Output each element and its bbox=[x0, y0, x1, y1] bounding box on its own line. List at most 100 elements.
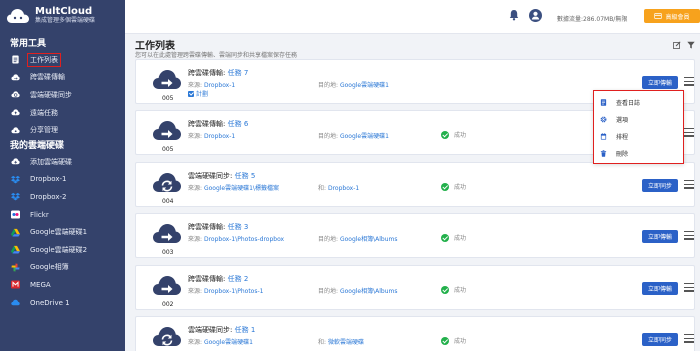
task-menu-icon[interactable] bbox=[684, 283, 694, 293]
section-tools-title: 常用工具 bbox=[10, 39, 47, 49]
menu-item-view-log[interactable]: 查看日誌 bbox=[594, 94, 683, 111]
status-label: 成功 bbox=[454, 235, 467, 242]
source-label: 來源: bbox=[188, 288, 203, 295]
sidebar-item-cloud-sync[interactable]: 雲端硬碟同步 bbox=[0, 86, 125, 104]
source-path[interactable]: Dropbox-1\Photos-dropbox bbox=[204, 236, 284, 243]
status-label: 成功 bbox=[454, 184, 467, 191]
destination-label: 目的地: bbox=[318, 236, 339, 243]
sidebar-item-flickr[interactable]: Flickr bbox=[0, 206, 125, 224]
sidebar-item-mega[interactable]: MEGA bbox=[0, 276, 125, 294]
task-menu-icon[interactable] bbox=[684, 231, 694, 241]
onedrive-icon bbox=[11, 298, 20, 307]
sync-cloud-icon bbox=[153, 173, 181, 192]
sidebar-item-dropbox-2[interactable]: Dropbox-2 bbox=[0, 188, 125, 206]
destination-label: 和: bbox=[318, 339, 327, 346]
task-name-link[interactable]: 任務 2 bbox=[228, 275, 249, 283]
destination-path[interactable]: Google相簿\Albums bbox=[340, 236, 398, 243]
sidebar-item-share[interactable]: 分享管理 bbox=[0, 121, 125, 139]
task-name-link[interactable]: 任務 3 bbox=[228, 223, 249, 231]
task-type-label: 雲端硬碟同步: bbox=[188, 326, 233, 334]
destination-path[interactable]: 微軟雲端硬碟 bbox=[328, 339, 364, 346]
menu-item-options[interactable]: 選項 bbox=[594, 111, 683, 128]
destination-label: 和: bbox=[318, 185, 327, 192]
sidebar: MultCloud 集成管理多個雲端硬碟 常用工具 工作列表 跨雲碟傳輸 雲端硬… bbox=[0, 0, 125, 351]
app-subtitle: 集成管理多個雲端硬碟 bbox=[35, 17, 96, 24]
sync-now-button[interactable]: 立即同步 bbox=[642, 179, 678, 192]
destination-label: 目的地: bbox=[318, 82, 339, 89]
task-number: 004 bbox=[162, 198, 174, 205]
menu-item-delete[interactable]: 刪除 bbox=[594, 145, 683, 162]
schedule-label: 計劃 bbox=[196, 91, 209, 98]
sidebar-item-task-list[interactable]: 工作列表 bbox=[0, 51, 125, 69]
bell-icon[interactable] bbox=[508, 9, 520, 21]
task-name-link[interactable]: 任務 5 bbox=[235, 172, 256, 180]
sidebar-item-google-photos[interactable]: Google相簿 bbox=[0, 259, 125, 277]
sidebar-item-label: 分享管理 bbox=[30, 126, 58, 135]
source-path[interactable]: Dropbox-1 bbox=[204, 82, 235, 89]
transfer-cloud-icon bbox=[153, 70, 181, 89]
sidebar-item-google-drive-2[interactable]: Google雲端硬碟2 bbox=[0, 241, 125, 259]
sidebar-item-add-cloud[interactable]: 添加雲端硬碟 bbox=[0, 153, 125, 171]
task-name-link[interactable]: 任務 7 bbox=[228, 69, 249, 77]
sidebar-item-label: Dropbox-2 bbox=[30, 192, 67, 201]
source-path[interactable]: Google雲端硬碟1\標籤檔案 bbox=[204, 185, 279, 192]
edit-icon[interactable] bbox=[673, 41, 681, 49]
sync-cloud-icon bbox=[153, 327, 181, 346]
top-bar: 數據流量:286.07MB/無限 高級會員 bbox=[125, 0, 700, 34]
task-source: 來源: Google雲端硬碟1 bbox=[188, 337, 253, 346]
destination-label: 目的地: bbox=[318, 288, 339, 295]
upgrade-icon bbox=[654, 13, 663, 19]
sidebar-item-remote-task[interactable]: 遠端任務 bbox=[0, 104, 125, 122]
success-check-icon bbox=[441, 336, 449, 345]
transfer-now-button[interactable]: 立即傳輸 bbox=[642, 230, 678, 243]
app-name: MultCloud bbox=[35, 6, 93, 17]
sidebar-item-label: OneDrive 1 bbox=[30, 298, 70, 307]
mega-icon bbox=[11, 280, 20, 289]
task-title: 跨雲碟傳輸: 任務 7 bbox=[188, 68, 248, 78]
filter-icon[interactable] bbox=[687, 41, 695, 49]
transfer-now-button[interactable]: 立即傳輸 bbox=[642, 76, 678, 89]
task-name-link[interactable]: 任務 1 bbox=[235, 326, 256, 334]
destination-path[interactable]: Google雲端硬碟1 bbox=[340, 133, 389, 140]
sidebar-item-label: Google雲端硬碟2 bbox=[30, 245, 88, 254]
share-icon bbox=[11, 126, 20, 135]
sidebar-item-label: Dropbox-1 bbox=[30, 175, 67, 184]
source-label: 來源: bbox=[188, 185, 203, 192]
task-menu-icon[interactable] bbox=[684, 334, 694, 344]
sidebar-item-google-drive-1[interactable]: Google雲端硬碟1 bbox=[0, 223, 125, 241]
task-menu-icon[interactable] bbox=[684, 180, 694, 190]
dropbox-icon bbox=[11, 175, 20, 184]
destination-path[interactable]: Dropbox-1 bbox=[328, 185, 359, 192]
destination-path[interactable]: Google雲端硬碟1 bbox=[340, 82, 389, 89]
logo[interactable]: MultCloud 集成管理多個雲端硬碟 bbox=[0, 0, 125, 31]
destination-label: 目的地: bbox=[318, 133, 339, 140]
upgrade-button[interactable]: 高級會員 bbox=[644, 9, 700, 23]
google-photos-icon bbox=[11, 263, 20, 272]
task-type-label: 跨雲碟傳輸: bbox=[188, 223, 226, 231]
task-menu-icon[interactable] bbox=[684, 128, 694, 138]
task-destination: 目的地: Google雲端硬碟1 bbox=[318, 80, 389, 89]
destination-path[interactable]: Google相簿\Albums bbox=[340, 288, 398, 295]
task-card: 雲端硬碟同步: 任務 1 來源: Google雲端硬碟1 和: 微軟雲端硬碟 成功 立即… bbox=[135, 316, 695, 351]
menu-item-schedule[interactable]: 排程 bbox=[594, 128, 683, 145]
sidebar-item-onedrive-1[interactable]: OneDrive 1 bbox=[0, 294, 125, 312]
task-type-icon bbox=[152, 171, 182, 193]
source-path[interactable]: Dropbox-1 bbox=[204, 133, 235, 140]
task-number: 002 bbox=[162, 301, 174, 308]
task-options-menu: 查看日誌 選項 排程 刪除 bbox=[593, 90, 684, 164]
trash-icon bbox=[600, 150, 607, 157]
task-name-link[interactable]: 任務 6 bbox=[228, 120, 249, 128]
transfer-now-button[interactable]: 立即傳輸 bbox=[642, 282, 678, 295]
source-path[interactable]: Google雲端硬碟1 bbox=[204, 339, 253, 346]
sidebar-item-dropbox-1[interactable]: Dropbox-1 bbox=[0, 171, 125, 189]
task-type-icon bbox=[152, 325, 182, 347]
sidebar-item-cloud-transfer[interactable]: 跨雲碟傳輸 bbox=[0, 69, 125, 87]
transfer-cloud-icon bbox=[153, 121, 181, 140]
task-card: 002 跨雲碟傳輸: 任務 2 來源: Dropbox-1\Photos-1 目的地:… bbox=[135, 265, 695, 310]
source-path[interactable]: Dropbox-1\Photos-1 bbox=[204, 288, 264, 295]
schedule-indicator[interactable]: 計劃 bbox=[188, 89, 208, 98]
task-title: 跨雲碟傳輸: 任務 2 bbox=[188, 274, 248, 284]
task-menu-icon[interactable] bbox=[684, 77, 694, 87]
sync-now-button[interactable]: 立即同步 bbox=[642, 333, 678, 346]
avatar[interactable] bbox=[529, 9, 542, 22]
